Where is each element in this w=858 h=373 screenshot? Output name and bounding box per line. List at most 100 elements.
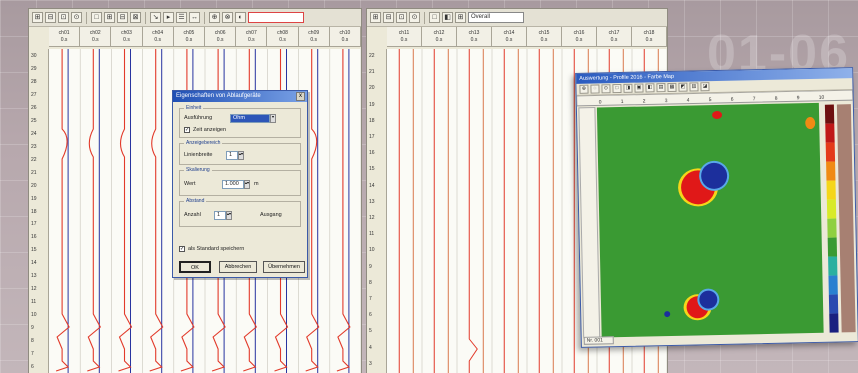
map-ruler-tick: 9 bbox=[797, 95, 800, 101]
map-toolbar-button-9[interactable]: ▦ bbox=[667, 82, 677, 93]
toolbar-button-2[interactable]: ⊟ bbox=[383, 12, 394, 23]
depth-tick-label: 24 bbox=[31, 130, 37, 137]
channel-name: ch14 bbox=[503, 29, 515, 36]
toolbar-button-6[interactable]: ◧ bbox=[442, 12, 453, 23]
toolbar-button-1[interactable]: ⊞ bbox=[370, 12, 381, 23]
toolbar-button-11[interactable]: ☰ bbox=[176, 12, 187, 23]
map-toolbar-button-6[interactable]: ▣ bbox=[634, 83, 644, 93]
spacing-count-stepper[interactable]: ▴▾ bbox=[226, 211, 232, 220]
depth-tick-label: 22 bbox=[369, 53, 375, 59]
channel-header[interactable]: ch13 0.s bbox=[457, 27, 492, 46]
channel-header[interactable]: ch16 0.s bbox=[562, 27, 597, 46]
channel-unit: 0.s bbox=[435, 36, 443, 43]
toolbar-separator bbox=[86, 11, 87, 24]
scale-value-input[interactable]: 1.000 bbox=[222, 180, 244, 189]
channel-header[interactable]: ch11 0.s bbox=[387, 27, 422, 46]
map-toolbar-button-10[interactable]: ◩ bbox=[678, 82, 688, 92]
right-channel-header: ch11 0.s ch12 0.s ch13 0.s ch14 0.s ch15 0.s ch16 0… bbox=[387, 27, 667, 47]
apply-button[interactable]: Übernehmen bbox=[263, 261, 305, 273]
channel-header[interactable]: ch08 0.s bbox=[267, 27, 299, 46]
channel-header[interactable]: ch06 0.s bbox=[205, 27, 237, 46]
spacing-count-input[interactable]: 1 bbox=[214, 211, 226, 220]
channel-header[interactable]: ch14 0.s bbox=[492, 27, 527, 46]
channel-header[interactable]: ch09 0.s bbox=[298, 27, 330, 46]
channel-header[interactable]: ch03 0.s bbox=[111, 27, 143, 46]
map-toolbar-button-5[interactable]: ◨ bbox=[623, 83, 633, 93]
map-ruler-tick: 7 bbox=[753, 96, 756, 102]
map-toolbar-button-12[interactable]: ◪ bbox=[700, 82, 710, 92]
channel-unit: 0.s bbox=[645, 36, 653, 43]
toolbar-button-7[interactable]: ⊟ bbox=[117, 12, 128, 23]
line-width-input[interactable]: 1 bbox=[226, 151, 238, 160]
group-range: Anzeigebereich Linienbreite 1 ▴▾ bbox=[179, 140, 301, 165]
depth-tick-label: 22 bbox=[31, 156, 37, 163]
map-toolbar-button-3[interactable]: ⊙ bbox=[601, 84, 611, 94]
color-scale-swatch bbox=[825, 123, 835, 143]
toolbar-button-14[interactable]: ⊗ bbox=[222, 12, 233, 23]
depth-tick-label: 21 bbox=[31, 169, 37, 176]
toolbar-button-13[interactable]: ⊕ bbox=[209, 12, 220, 23]
depth-tick-label: 7 bbox=[369, 296, 372, 302]
toolbar-button-10[interactable]: ▸ bbox=[163, 12, 174, 23]
channel-unit: 0.s bbox=[505, 36, 513, 43]
channel-header[interactable]: ch04 0.s bbox=[142, 27, 174, 46]
toolbar-button-2[interactable]: ⊟ bbox=[45, 12, 56, 23]
toolbar-input[interactable]: Overall bbox=[468, 12, 524, 23]
toolbar-separator bbox=[204, 11, 205, 24]
toolbar-button-1[interactable]: ⊞ bbox=[32, 12, 43, 23]
depth-tick-label: 14 bbox=[369, 182, 375, 189]
line-width-stepper[interactable]: ▴▾ bbox=[238, 151, 244, 160]
channel-unit: 0.s bbox=[400, 36, 408, 43]
scale-value-stepper[interactable]: ▴▾ bbox=[244, 180, 250, 189]
channel-unit: 0.s bbox=[154, 36, 162, 43]
left-depth-axis: 30 29 28 27 26 25 24 23 22 21 20 19 18 17 16 15 14 13 12 11… bbox=[29, 49, 49, 373]
toolbar-button-5[interactable]: □ bbox=[91, 12, 102, 23]
map-toolbar-button-4[interactable]: □ bbox=[612, 83, 622, 94]
save-default-label: als Standard speichern bbox=[188, 246, 245, 252]
toolbar-button-4[interactable]: ⊙ bbox=[71, 12, 82, 23]
depth-tick-label: 17 bbox=[31, 221, 37, 228]
channel-header[interactable]: ch02 0.s bbox=[80, 27, 112, 46]
color-scale-swatch bbox=[828, 256, 838, 276]
toolbar-button-5[interactable]: □ bbox=[429, 12, 440, 23]
map-toolbar-button-2[interactable]: ◌ bbox=[590, 84, 600, 94]
toolbar-button-3[interactable]: ⊡ bbox=[396, 12, 407, 23]
channel-header[interactable]: ch01 0.s bbox=[49, 27, 81, 46]
channel-header[interactable]: ch10 0.s bbox=[329, 27, 362, 46]
toolbar-button-9[interactable]: ↘ bbox=[150, 12, 161, 23]
toolbar-button-4[interactable]: ⊙ bbox=[409, 12, 420, 23]
toolbar-button-15[interactable]: ◐ bbox=[235, 12, 246, 23]
toolbar-button-8[interactable]: ⊠ bbox=[130, 12, 141, 23]
scale-value-label: Wert bbox=[184, 181, 196, 187]
map-toolbar-button-1[interactable]: ⊕ bbox=[579, 84, 589, 94]
toolbar-button-7[interactable]: ⊞ bbox=[455, 12, 466, 23]
map-toolbar-button-11[interactable]: ▥ bbox=[689, 82, 699, 92]
map-toolbar-button-8[interactable]: ▤ bbox=[656, 83, 666, 93]
trace-red bbox=[149, 49, 164, 372]
ok-button[interactable]: OK bbox=[179, 261, 211, 273]
toolbar-input[interactable] bbox=[248, 12, 304, 23]
save-default-checkbox[interactable]: ✓ bbox=[179, 246, 185, 252]
depth-tick-label: 28 bbox=[31, 78, 37, 85]
depth-tick-label: 25 bbox=[31, 117, 37, 124]
unit-select[interactable]: Ohm bbox=[230, 114, 270, 123]
map-toolbar-button-7[interactable]: ◧ bbox=[645, 83, 655, 93]
dialog-close-button[interactable]: x bbox=[296, 92, 305, 101]
channel-header[interactable]: ch15 0.s bbox=[527, 27, 562, 46]
channel-header[interactable]: ch07 0.s bbox=[236, 27, 268, 46]
channel-unit: 0.s bbox=[185, 36, 193, 43]
toolbar-button-6[interactable]: ⊞ bbox=[104, 12, 115, 23]
scale-unit: m bbox=[254, 181, 259, 187]
channel-header[interactable]: ch05 0.s bbox=[173, 27, 206, 46]
depth-tick-label: 9 bbox=[369, 263, 372, 270]
channel-header[interactable]: ch17 0.s bbox=[597, 27, 632, 46]
channel-header[interactable]: ch12 0.s bbox=[422, 27, 457, 46]
toolbar-button-12[interactable]: ↔ bbox=[189, 12, 200, 23]
unit-select-chevron-down-icon[interactable]: ▾ bbox=[270, 114, 276, 123]
channel-header[interactable]: ch18 0.s bbox=[632, 27, 667, 46]
channel-name: ch07 bbox=[245, 29, 257, 36]
toolbar-button-3[interactable]: ⊡ bbox=[58, 12, 69, 23]
show-time-checkbox[interactable]: ✓ bbox=[184, 127, 190, 133]
cancel-button[interactable]: Abbrechen bbox=[219, 261, 257, 273]
color-scale-swatch bbox=[824, 104, 835, 124]
